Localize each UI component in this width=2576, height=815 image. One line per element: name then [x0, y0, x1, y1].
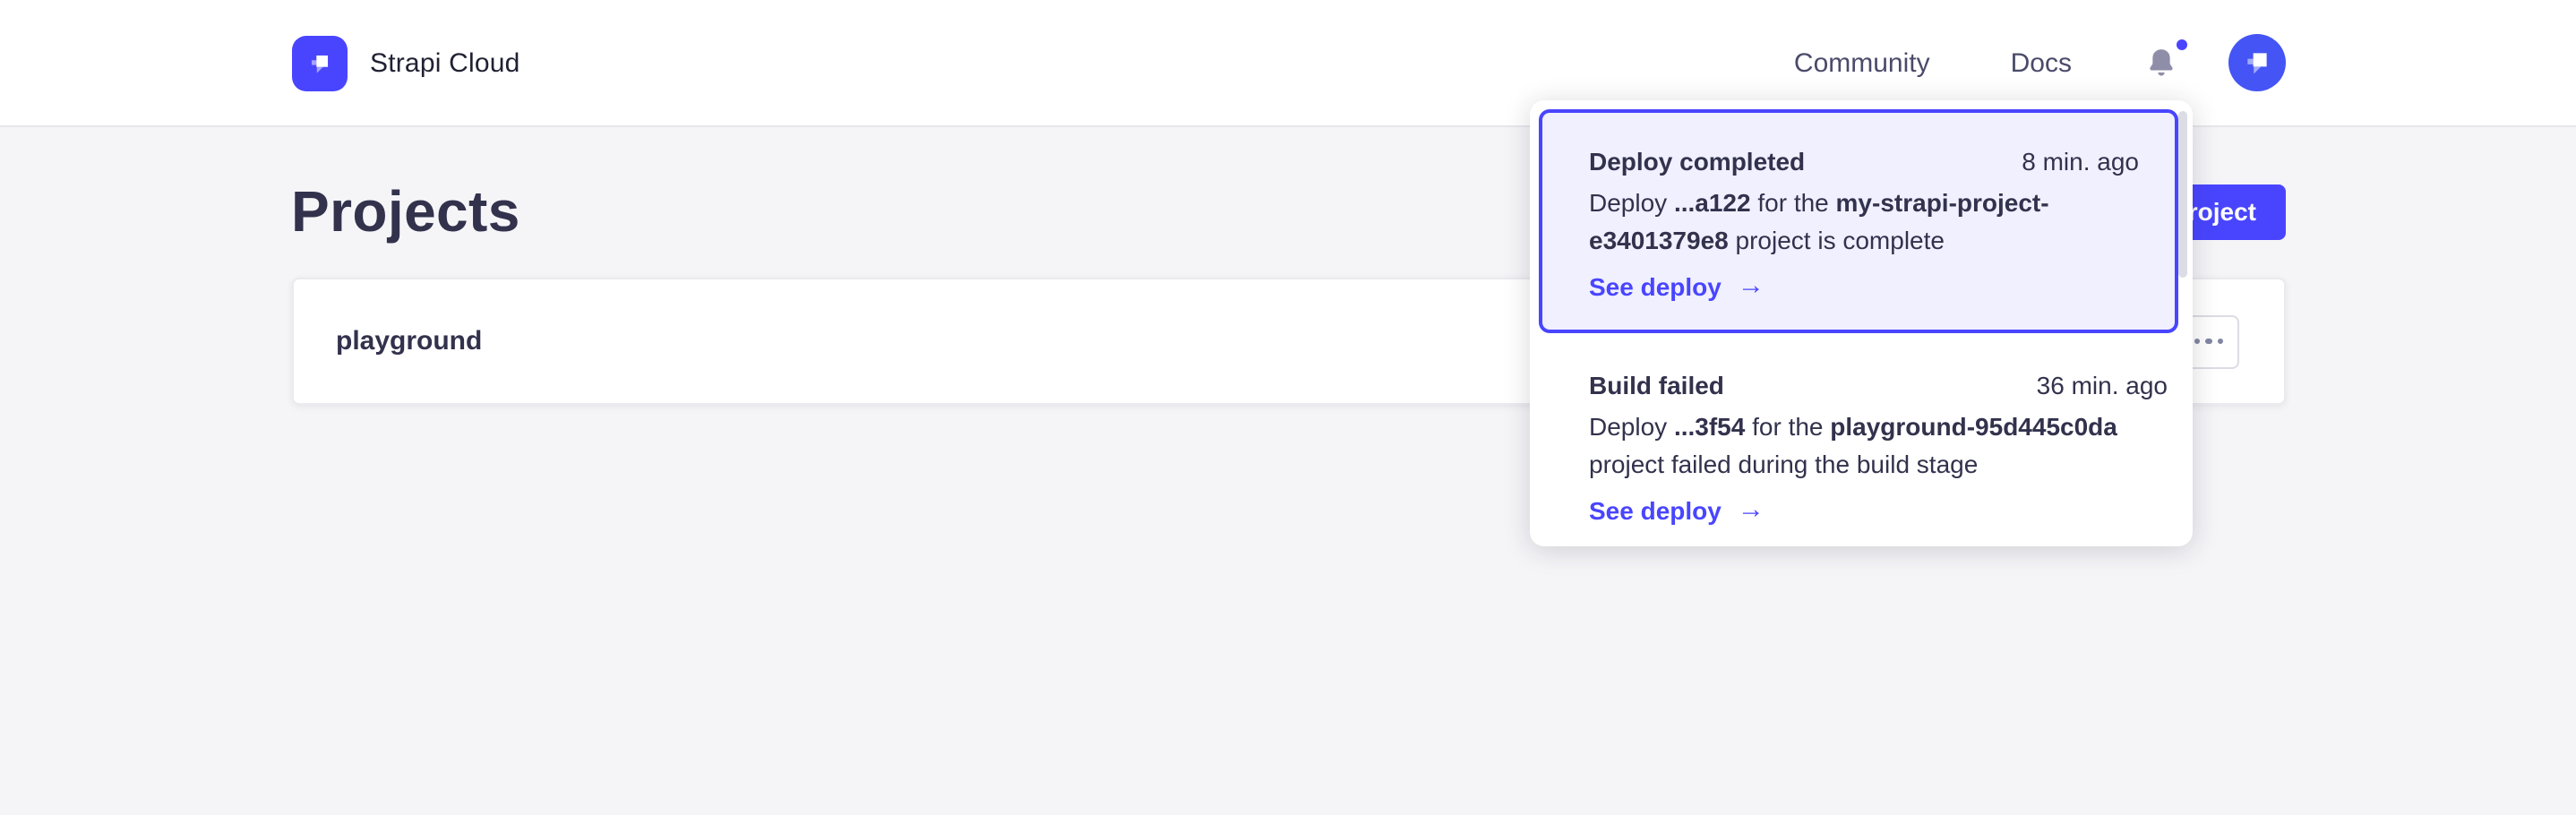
top-navigation: Community Docs — [1794, 34, 2285, 91]
notification-item-deploy-completed[interactable]: Deploy completed 8 min. ago Deploy ...a1… — [1539, 109, 2178, 333]
arrow-right-icon: → — [1738, 498, 1765, 523]
brand-home-link[interactable]: Strapi Cloud — [291, 35, 520, 90]
notification-title: Build failed — [1589, 367, 1724, 405]
brand-name: Strapi Cloud — [370, 47, 520, 78]
project-name: playground — [336, 326, 482, 356]
panel-scrollbar-thumb[interactable] — [2178, 111, 2187, 278]
strapi-logo-icon — [291, 35, 347, 90]
see-deploy-link[interactable]: See deploy→ — [1589, 272, 1765, 301]
notification-item-build-failed[interactable]: Build failed 36 min. ago Deploy ...3f54 … — [1530, 333, 2193, 546]
strapi-avatar-icon — [2238, 45, 2274, 81]
user-avatar-button[interactable] — [2228, 34, 2285, 91]
unread-indicator-dot — [2176, 39, 2186, 50]
notifications-panel: Deploy completed 8 min. ago Deploy ...a1… — [1530, 100, 2193, 546]
notification-title: Deploy completed — [1589, 143, 1805, 181]
ellipsis-icon — [2194, 339, 2223, 345]
notification-body: Deploy ...a122 for the my-strapi-project… — [1589, 184, 2139, 258]
screenshot-viewport: Strapi Cloud Community Docs — [0, 0, 2576, 815]
notification-timestamp: 36 min. ago — [2037, 367, 2168, 405]
nav-docs-link[interactable]: Docs — [2011, 47, 2072, 78]
nav-community-link[interactable]: Community — [1794, 47, 1930, 78]
notification-body: Deploy ...3f54 for the playground-95d445… — [1589, 408, 2168, 482]
bell-icon — [2143, 59, 2177, 86]
arrow-right-icon: → — [1738, 274, 1765, 299]
notifications-bell-button[interactable] — [2143, 45, 2177, 81]
see-deploy-link[interactable]: See deploy→ — [1589, 496, 1765, 525]
notification-timestamp: 8 min. ago — [2022, 143, 2139, 181]
strapi-cloud-app: Strapi Cloud Community Docs — [0, 0, 2576, 815]
page-title: Projects — [291, 174, 520, 249]
